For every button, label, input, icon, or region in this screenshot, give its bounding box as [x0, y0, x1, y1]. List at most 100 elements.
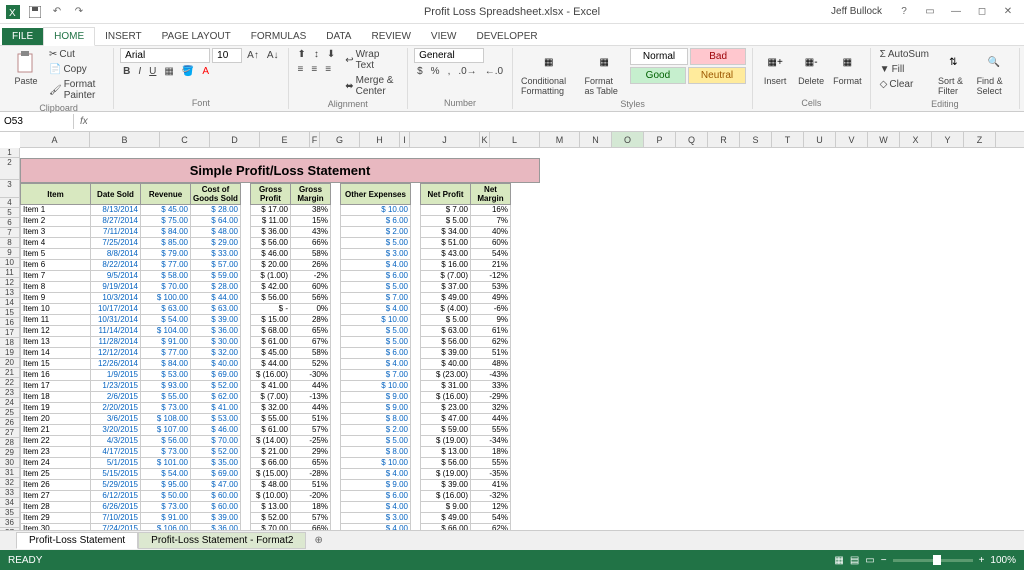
cell[interactable]: Item 3 — [21, 227, 91, 238]
cell[interactable] — [241, 524, 251, 531]
cell[interactable]: 58% — [291, 249, 331, 260]
cell[interactable] — [411, 326, 421, 337]
cell[interactable] — [411, 524, 421, 531]
cell[interactable]: $ 35.00 — [191, 458, 241, 469]
cell[interactable]: 44% — [291, 381, 331, 392]
cell[interactable]: Item 1 — [21, 205, 91, 216]
cell[interactable]: 6/12/2015 — [91, 491, 141, 502]
cell[interactable]: $ 47.00 — [191, 480, 241, 491]
cell[interactable]: 1/9/2015 — [91, 370, 141, 381]
cell[interactable]: 6/26/2015 — [91, 502, 141, 513]
table-header[interactable] — [411, 184, 421, 205]
cell[interactable]: $ 10.00 — [341, 315, 411, 326]
delete-button[interactable]: ▦-Delete — [795, 48, 827, 88]
cell[interactable]: 60% — [291, 282, 331, 293]
cell[interactable] — [241, 491, 251, 502]
cell[interactable]: $ 63.00 — [191, 304, 241, 315]
row-header[interactable]: 22 — [0, 378, 20, 388]
cell[interactable]: $ 56.00 — [421, 458, 471, 469]
cell[interactable]: $ 36.00 — [191, 326, 241, 337]
cell[interactable]: $ 51.00 — [421, 238, 471, 249]
cell[interactable]: $ 66.00 — [251, 458, 291, 469]
cell[interactable]: Item 6 — [21, 260, 91, 271]
cell[interactable] — [331, 414, 341, 425]
cell[interactable] — [331, 249, 341, 260]
col-header-Z[interactable]: Z — [964, 132, 996, 147]
name-box[interactable]: O53 — [0, 114, 74, 129]
cell[interactable]: $ 4.00 — [341, 304, 411, 315]
format-painter-button[interactable]: 🖌 Format Painter — [46, 78, 107, 102]
cell[interactable]: -2% — [291, 271, 331, 282]
cell[interactable]: $ 54.00 — [141, 315, 191, 326]
tab-formulas[interactable]: FORMULAS — [241, 28, 317, 45]
cell[interactable] — [331, 326, 341, 337]
cell[interactable]: Item 20 — [21, 414, 91, 425]
cell[interactable]: 11/14/2014 — [91, 326, 141, 337]
cell[interactable]: $ 55.00 — [251, 414, 291, 425]
maximize-icon[interactable]: ◻ — [970, 2, 994, 22]
cell[interactable] — [411, 260, 421, 271]
tab-developer[interactable]: DEVELOPER — [466, 28, 547, 45]
cell[interactable]: Item 29 — [21, 513, 91, 524]
cell[interactable] — [331, 293, 341, 304]
col-header-O[interactable]: O — [612, 132, 644, 147]
row-header[interactable]: 18 — [0, 338, 20, 348]
cell[interactable]: $ 13.00 — [251, 502, 291, 513]
row-header[interactable]: 7 — [0, 228, 20, 238]
cell[interactable]: $ 69.00 — [191, 469, 241, 480]
cell[interactable]: 29% — [291, 447, 331, 458]
cell[interactable]: -12% — [471, 271, 511, 282]
cell[interactable]: $ 39.00 — [421, 480, 471, 491]
row-header[interactable]: 19 — [0, 348, 20, 358]
row-header[interactable]: 31 — [0, 468, 20, 478]
row-header[interactable]: 13 — [0, 288, 20, 298]
cell[interactable]: $ 64.00 — [191, 216, 241, 227]
cell[interactable]: $ 95.00 — [141, 480, 191, 491]
cell[interactable] — [241, 425, 251, 436]
cell[interactable]: $ 58.00 — [141, 271, 191, 282]
cell[interactable] — [411, 315, 421, 326]
cell[interactable] — [241, 227, 251, 238]
cell[interactable]: $ 55.00 — [141, 392, 191, 403]
cell[interactable]: $ 49.00 — [421, 293, 471, 304]
cell[interactable]: $ (19.00) — [421, 436, 471, 447]
col-header-Y[interactable]: Y — [932, 132, 964, 147]
cell[interactable]: Item 18 — [21, 392, 91, 403]
cell[interactable]: 3/6/2015 — [91, 414, 141, 425]
col-header-K[interactable]: K — [480, 132, 490, 147]
save-icon[interactable] — [26, 3, 44, 21]
cell[interactable]: 9% — [471, 315, 511, 326]
cell[interactable]: $ (1.00) — [251, 271, 291, 282]
col-header-T[interactable]: T — [772, 132, 804, 147]
cell[interactable]: $ 62.00 — [191, 392, 241, 403]
cell[interactable]: $ (16.00) — [251, 370, 291, 381]
cell[interactable]: $ 44.00 — [251, 359, 291, 370]
cell[interactable]: 8/13/2014 — [91, 205, 141, 216]
style-normal[interactable]: Normal — [630, 48, 688, 65]
cell[interactable]: $ 9.00 — [341, 480, 411, 491]
cell[interactable]: $ 50.00 — [141, 491, 191, 502]
cell[interactable] — [241, 271, 251, 282]
cell[interactable]: -43% — [471, 370, 511, 381]
cell[interactable]: $ 84.00 — [141, 359, 191, 370]
cell[interactable] — [331, 370, 341, 381]
cell[interactable]: $ 70.00 — [251, 524, 291, 531]
cell[interactable]: Item 8 — [21, 282, 91, 293]
cell[interactable]: $ 41.00 — [251, 381, 291, 392]
cell[interactable] — [331, 392, 341, 403]
row-header[interactable]: 21 — [0, 368, 20, 378]
cell[interactable]: $ 40.00 — [191, 359, 241, 370]
col-header-S[interactable]: S — [740, 132, 772, 147]
cell[interactable]: $ (16.00) — [421, 392, 471, 403]
autosum-button[interactable]: Σ AutoSum — [877, 48, 932, 61]
cell[interactable]: 5/29/2015 — [91, 480, 141, 491]
cell[interactable]: -13% — [291, 392, 331, 403]
cell[interactable]: $ 53.00 — [191, 414, 241, 425]
cell[interactable]: $ 7.00 — [421, 205, 471, 216]
cell[interactable]: Item 26 — [21, 480, 91, 491]
row-header[interactable]: 25 — [0, 408, 20, 418]
cell[interactable]: $ 4.00 — [341, 502, 411, 513]
cell[interactable]: 60% — [471, 238, 511, 249]
cell[interactable]: $ 46.00 — [191, 425, 241, 436]
cell[interactable]: 18% — [291, 502, 331, 513]
